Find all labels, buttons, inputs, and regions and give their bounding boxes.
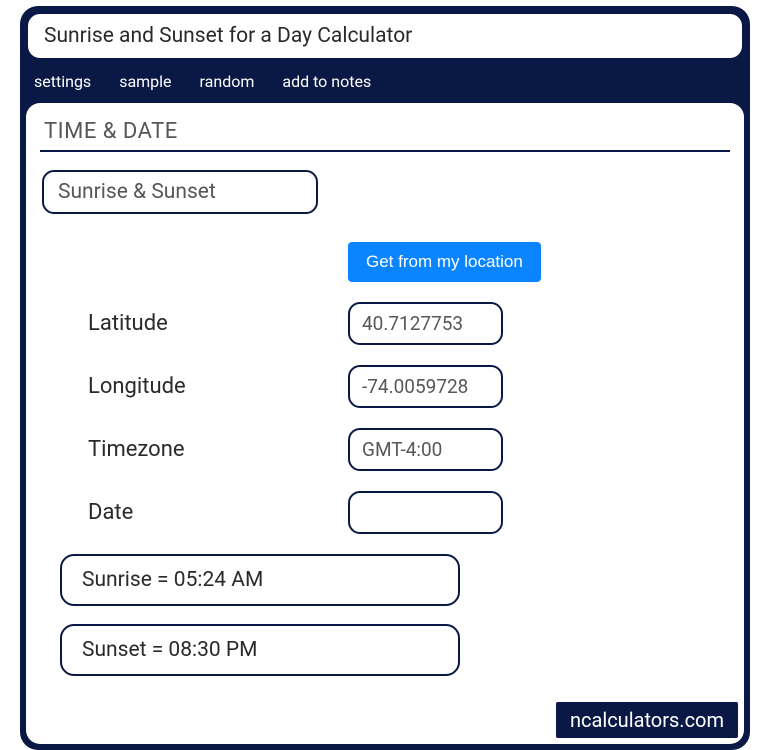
section-header: TIME & DATE [40, 115, 730, 152]
longitude-input[interactable] [348, 365, 503, 408]
watermark: ncalculators.com [556, 702, 738, 738]
longitude-row: Longitude [40, 365, 730, 408]
get-location-button[interactable]: Get from my location [348, 242, 541, 282]
subsection-title: Sunrise & Sunset [42, 170, 318, 214]
date-row: Date [40, 491, 730, 534]
timezone-input[interactable] [348, 428, 503, 471]
toolbar: settings sample random add to notes [20, 60, 750, 103]
latitude-label: Latitude [40, 311, 348, 336]
toolbar-add-to-notes[interactable]: add to notes [282, 72, 371, 91]
date-input[interactable] [348, 491, 503, 534]
longitude-label: Longitude [40, 374, 348, 399]
location-button-row: Get from my location [40, 242, 730, 282]
toolbar-sample[interactable]: sample [119, 72, 171, 91]
timezone-label: Timezone [40, 437, 348, 462]
sunset-result: Sunset = 08:30 PM [60, 624, 460, 676]
main-panel: TIME & DATE Sunrise & Sunset Get from my… [26, 103, 744, 744]
page-title: Sunrise and Sunset for a Day Calculator [26, 12, 744, 60]
toolbar-settings[interactable]: settings [34, 72, 91, 91]
latitude-row: Latitude [40, 302, 730, 345]
timezone-row: Timezone [40, 428, 730, 471]
date-label: Date [40, 500, 348, 525]
sunrise-result: Sunrise = 05:24 AM [60, 554, 460, 606]
toolbar-random[interactable]: random [200, 72, 255, 91]
calculator-container: Sunrise and Sunset for a Day Calculator … [20, 6, 750, 750]
latitude-input[interactable] [348, 302, 503, 345]
